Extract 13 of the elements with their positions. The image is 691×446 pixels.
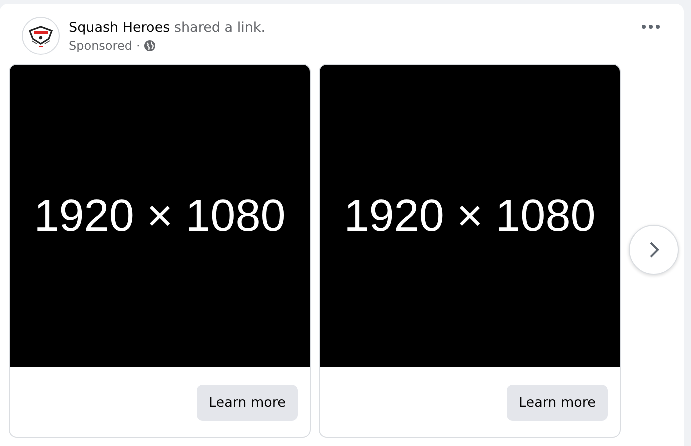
sponsored-label[interactable]: Sponsored bbox=[69, 38, 132, 52]
image-dimensions-text: 1920 × 1080 bbox=[344, 190, 596, 242]
separator-dot: · bbox=[136, 38, 140, 52]
globe-icon bbox=[144, 40, 156, 52]
chevron-right-icon bbox=[648, 241, 660, 259]
learn-more-button[interactable]: Learn more bbox=[507, 385, 608, 421]
image-dimensions-text: 1920 × 1080 bbox=[34, 190, 286, 242]
learn-more-button[interactable]: Learn more bbox=[197, 385, 298, 421]
action-text: shared a link. bbox=[174, 20, 266, 36]
logo-icon[interactable] bbox=[22, 17, 60, 55]
author-link[interactable]: Squash Heroes bbox=[69, 20, 170, 36]
carousel-card[interactable]: 1920 × 1080 Learn more bbox=[319, 64, 621, 438]
carousel-card[interactable]: 1920 × 1080 Learn more bbox=[9, 64, 311, 438]
